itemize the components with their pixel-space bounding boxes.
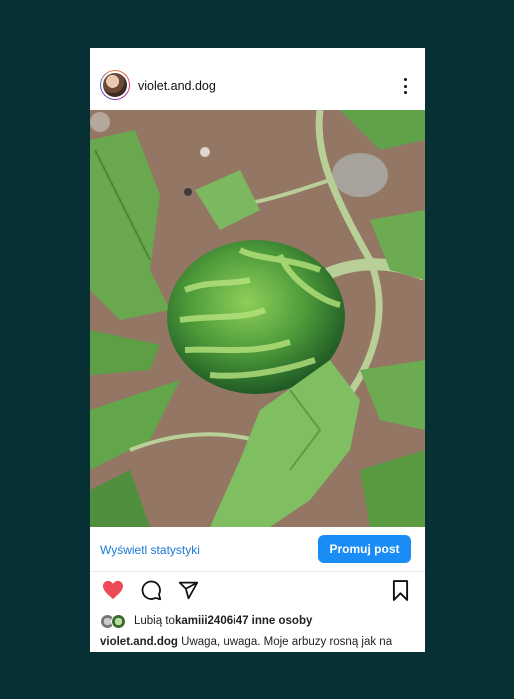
promote-post-button[interactable]: Promuj post [318,535,411,563]
more-vertical-icon[interactable] [400,78,410,94]
caption-text: Uwaga, uwaga. Moje arbuzy rosną jak na [177,636,393,648]
liker-avatar [111,613,126,629]
likes-prefix: Lubią to [134,615,175,627]
post-header: violet.and.dog [90,48,425,108]
avatar[interactable] [100,70,130,100]
liker-username[interactable]: kamiii2406 [175,615,233,627]
likes-summary[interactable]: Lubią to kamiii2406 i 47 inne osoby [100,611,420,631]
likes-others[interactable]: 47 inne osoby [236,615,313,627]
instagram-post-screen: violet.and.dog Wyświetl statystyki Promu… [90,48,425,652]
caption-username[interactable]: violet.and.dog [100,636,178,648]
comment-icon[interactable] [141,580,162,601]
post-photo[interactable] [90,110,425,527]
send-icon[interactable] [178,580,199,601]
post-stats-bar: Wyświetl statystyki Promuj post [90,527,425,572]
bookmark-icon[interactable] [392,580,409,601]
heart-icon[interactable] [102,580,124,600]
post-caption: violet.and.dog Uwaga, uwaga. Moje arbuzy… [100,636,420,648]
avatar-photo [101,71,129,99]
view-insights-link[interactable]: Wyświetl statystyki [100,543,200,557]
post-actions [90,576,425,606]
post-username[interactable]: violet.and.dog [138,79,216,93]
